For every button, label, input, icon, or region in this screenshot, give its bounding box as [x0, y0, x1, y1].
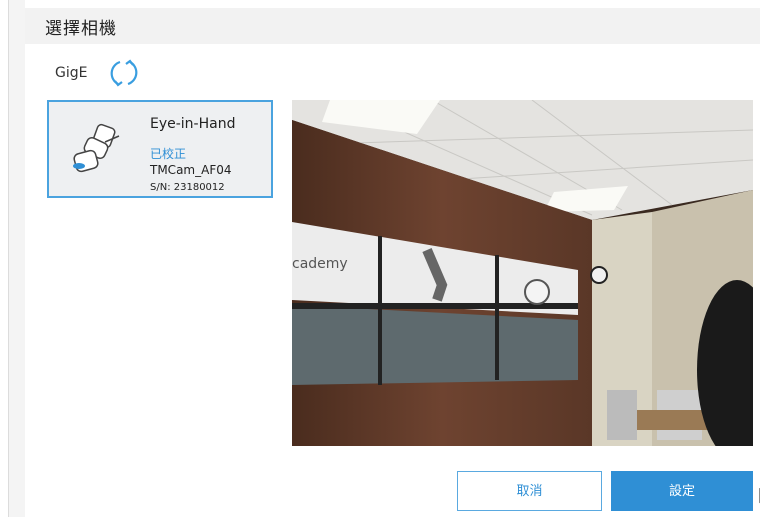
set-button[interactable]: 設定 — [611, 471, 753, 511]
select-camera-dialog: 選擇相機 GigE Eye-in-Hand 已校正 TMCam_AF04 S/N… — [25, 0, 760, 517]
wall-sign-text: cademy — [292, 256, 348, 272]
camera-status: 已校正 — [150, 147, 187, 161]
camera-name: Eye-in-Hand — [150, 116, 236, 132]
cancel-button[interactable]: 取消 — [457, 471, 602, 511]
camera-card-eye-in-hand[interactable]: Eye-in-Hand 已校正 TMCam_AF04 S/N: 23180012 — [47, 100, 273, 198]
refresh-icon[interactable] — [106, 55, 142, 91]
robot-camera-icon — [73, 123, 120, 173]
camera-preview: cademy — [292, 100, 753, 446]
camera-model: TMCam_AF04 — [150, 163, 232, 177]
camera-preview-image: cademy — [292, 100, 753, 446]
dialog-titlebar: 選擇相機 — [25, 8, 760, 44]
connection-type-label: GigE — [55, 65, 88, 81]
dialog-title: 選擇相機 — [45, 19, 117, 39]
camera-serial: S/N: 23180012 — [150, 182, 225, 193]
left-panel-edge — [0, 0, 9, 517]
